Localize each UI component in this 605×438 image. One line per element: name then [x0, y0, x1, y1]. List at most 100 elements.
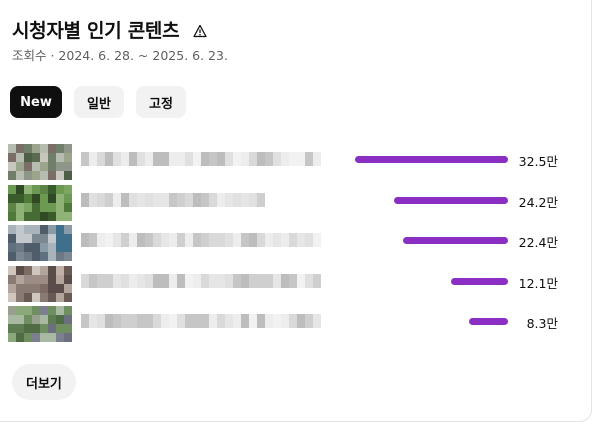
blurred-video-title[interactable]	[81, 273, 323, 288]
title-pixel	[169, 314, 177, 328]
title-pixel	[209, 192, 217, 207]
thumbnail-pixel	[64, 283, 72, 293]
title-pixel	[137, 233, 145, 247]
content-row[interactable]: 8.3만	[8, 306, 568, 347]
thumbnail-pixel	[48, 324, 56, 333]
video-thumbnail[interactable]	[8, 184, 72, 221]
thumbnail-pixel	[64, 184, 72, 194]
thumbnail-pixel	[16, 234, 24, 243]
warning-triangle-icon[interactable]	[193, 23, 207, 37]
thumbnail-pixel	[16, 265, 24, 275]
title-pixel	[281, 233, 289, 247]
title-pixel	[129, 314, 137, 328]
thumbnail-pixel	[56, 306, 64, 315]
thumbnail-pixel	[64, 153, 72, 162]
thumbnail-pixel	[48, 315, 56, 324]
thumbnail-pixel	[16, 193, 24, 203]
thumbnail-pixel	[32, 234, 40, 243]
title-pixel	[289, 152, 297, 166]
thumbnail-pixel	[48, 265, 56, 275]
thumbnail-pixel	[40, 265, 48, 275]
title-pixel	[249, 233, 257, 247]
filter-chip-general[interactable]: 일반	[74, 86, 124, 118]
title-pixel	[185, 273, 193, 288]
thumbnail-pixel	[48, 211, 56, 221]
thumbnail-pixel	[56, 162, 64, 171]
thumbnail-pixel	[64, 333, 72, 342]
filter-chip-label: 고정	[149, 96, 173, 112]
thumbnail-pixel	[64, 252, 72, 261]
thumbnail-pixel	[40, 153, 48, 162]
title-pixel	[193, 233, 201, 247]
title-pixel	[313, 273, 321, 288]
video-thumbnail[interactable]	[8, 265, 72, 302]
blurred-video-title[interactable]	[81, 314, 323, 328]
title-pixel	[273, 233, 281, 247]
title-pixel	[129, 273, 137, 288]
blurred-video-title[interactable]	[81, 152, 323, 166]
thumbnail-pixel	[16, 252, 24, 261]
thumbnail-pixel	[56, 315, 64, 324]
thumbnail-pixel	[8, 333, 16, 342]
title-pixel	[105, 273, 113, 288]
thumbnail-pixel	[16, 225, 24, 234]
thumbnail-pixel	[16, 153, 24, 162]
thumbnail-pixel	[32, 153, 40, 162]
content-row[interactable]: 32.5만	[8, 144, 568, 185]
thumbnail-pixel	[56, 324, 64, 333]
thumbnail-pixel	[32, 243, 40, 252]
video-thumbnail[interactable]	[8, 306, 72, 342]
thumbnail-pixel	[32, 202, 40, 212]
thumbnail-pixel	[56, 274, 64, 284]
content-row[interactable]: 22.4만	[8, 225, 568, 266]
thumbnail-pixel	[8, 211, 16, 221]
content-row[interactable]: 24.2만	[8, 184, 568, 226]
title-pixel	[121, 192, 129, 207]
title-pixel	[289, 314, 297, 328]
title-pixel	[201, 192, 209, 207]
video-thumbnail[interactable]	[8, 225, 72, 261]
thumbnail-pixel	[8, 171, 16, 180]
title-pixel	[113, 192, 121, 207]
content-row[interactable]: 12.1만	[8, 265, 568, 307]
thumbnail-pixel	[64, 324, 72, 333]
filter-chip-pinned[interactable]: 고정	[136, 86, 186, 118]
title-pixel	[313, 314, 321, 328]
title-pixel	[185, 152, 193, 166]
views-bar	[451, 277, 508, 285]
thumbnail-pixel	[8, 324, 16, 333]
blurred-video-title[interactable]	[81, 192, 269, 207]
thumbnail-pixel	[24, 184, 32, 194]
thumbnail-pixel	[40, 315, 48, 324]
title-pixel	[121, 152, 129, 166]
title-pixel	[201, 233, 209, 247]
thumbnail-pixel	[32, 171, 40, 180]
title-pixel	[129, 233, 137, 247]
title-pixel	[193, 314, 201, 328]
thumbnail-pixel	[32, 324, 40, 333]
title-pixel	[105, 233, 113, 247]
title-pixel	[177, 233, 185, 247]
thumbnail-pixel	[24, 162, 32, 171]
thumbnail-pixel	[16, 292, 24, 302]
thumbnail-pixel	[56, 171, 64, 180]
blurred-video-title[interactable]	[81, 233, 323, 247]
views-bar	[394, 196, 508, 204]
thumbnail-pixel	[56, 184, 64, 194]
thumbnail-pixel	[24, 315, 32, 324]
thumbnail-pixel	[56, 333, 64, 342]
thumbnail-pixel	[32, 306, 40, 315]
thumbnail-pixel	[40, 243, 48, 252]
title-pixel	[217, 314, 225, 328]
thumbnail-pixel	[24, 324, 32, 333]
thumbnail-pixel	[24, 252, 32, 261]
show-more-button[interactable]: 더보기	[12, 364, 76, 400]
title-pixel	[257, 233, 265, 247]
title-pixel	[185, 314, 193, 328]
title-pixel	[209, 273, 217, 288]
filter-chip-new[interactable]: New	[10, 86, 62, 118]
thumbnail-pixel	[56, 225, 64, 234]
video-thumbnail[interactable]	[8, 144, 72, 180]
title-pixel	[249, 152, 257, 166]
title-pixel	[145, 233, 153, 247]
